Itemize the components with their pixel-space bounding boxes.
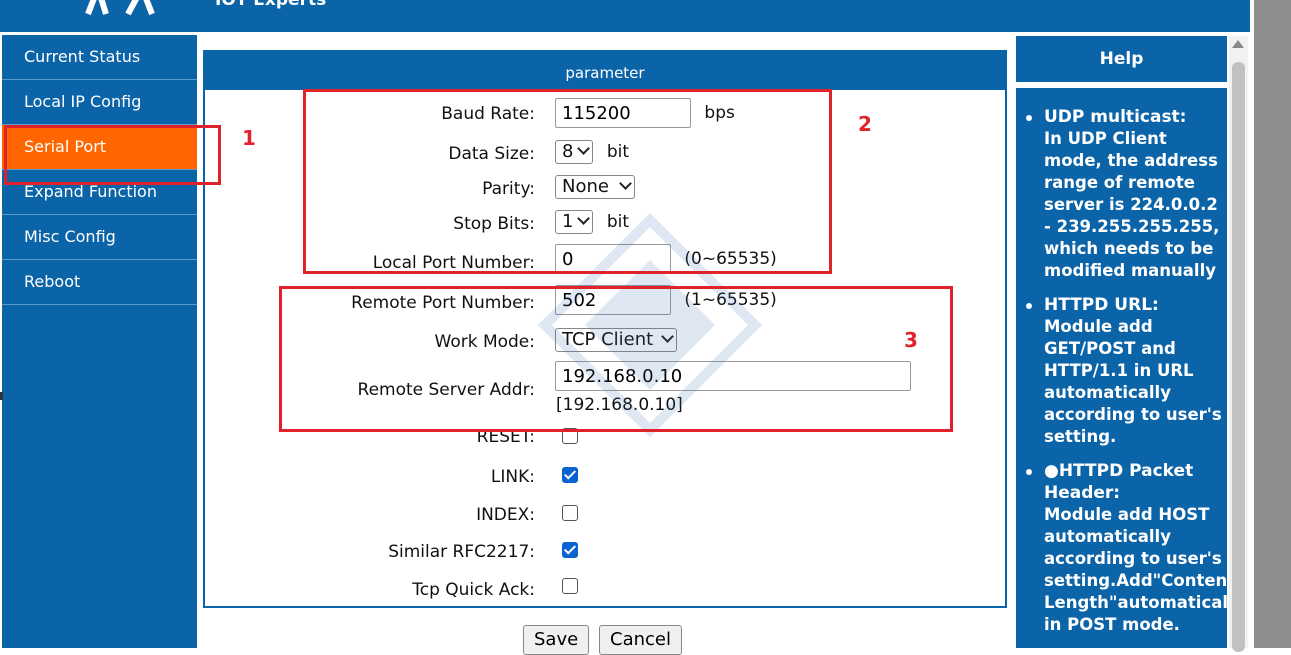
rfc2217-label: Similar RFC2217: (388, 542, 535, 562)
top-header: IOT Experts (0, 0, 1250, 32)
link-label: LINK: (490, 467, 535, 487)
scrollbar-thumb[interactable] (1232, 62, 1245, 652)
quick-ack-row: Tcp Quick Ack: (205, 574, 1005, 606)
index-checkbox[interactable] (562, 505, 578, 521)
annotation-number-3: 3 (904, 328, 918, 352)
window-edge (1254, 0, 1291, 648)
rfc2217-checkbox[interactable] (562, 542, 578, 558)
edge-mark (0, 392, 3, 400)
annotation-box-2 (303, 89, 832, 274)
sidebar-item-local-ip-config[interactable]: Local IP Config (2, 80, 197, 125)
help-item-head: UDP multicast: (1044, 107, 1187, 127)
help-item: UDP multicast: In UDP Client mode, the a… (1026, 106, 1227, 282)
help-item-head: ●HTTPD Packet Header: (1044, 461, 1194, 503)
link-checkbox[interactable] (562, 467, 578, 483)
rfc2217-row: Similar RFC2217: (205, 536, 1005, 568)
quick-ack-checkbox[interactable] (562, 578, 578, 594)
help-item-text: In UDP Client mode, the address range of… (1044, 129, 1220, 280)
sidebar-item-current-status[interactable]: Current Status (2, 35, 197, 80)
help-item: ●HTTPD Packet Header: Module add HOST au… (1026, 460, 1227, 636)
help-item: HTTPD URL: Module add GET/POST and HTTP/… (1026, 294, 1227, 448)
sidebar-item-misc-config[interactable]: Misc Config (2, 215, 197, 260)
annotation-number-2: 2 (858, 112, 872, 136)
annotation-box-3 (279, 286, 953, 432)
header-title: IOT Experts (215, 0, 327, 10)
scrollbar[interactable] (1229, 36, 1248, 652)
annotation-box-1 (4, 125, 221, 185)
annotation-number-1: 1 (242, 126, 256, 150)
index-row: INDEX: (205, 499, 1005, 531)
quick-ack-label: Tcp Quick Ack: (412, 580, 535, 600)
scroll-up-arrow-icon[interactable] (1232, 40, 1244, 48)
panel-title: parameter (205, 52, 1005, 90)
link-row: LINK: (205, 461, 1005, 493)
help-title: Help (1016, 36, 1227, 82)
help-panel: UDP multicast: In UDP Client mode, the a… (1016, 88, 1227, 648)
index-label: INDEX: (476, 505, 535, 525)
cancel-button[interactable]: Cancel (599, 625, 682, 655)
help-item-text: Module add GET/POST and HTTP/1.1 in URL … (1044, 317, 1222, 446)
logo-icon (85, 0, 155, 16)
save-button[interactable]: Save (523, 625, 590, 655)
help-item-text: Module add HOST automatically according … (1044, 505, 1227, 634)
help-item-head: HTTPD URL: (1044, 295, 1159, 315)
sidebar-item-reboot[interactable]: Reboot (2, 260, 197, 305)
